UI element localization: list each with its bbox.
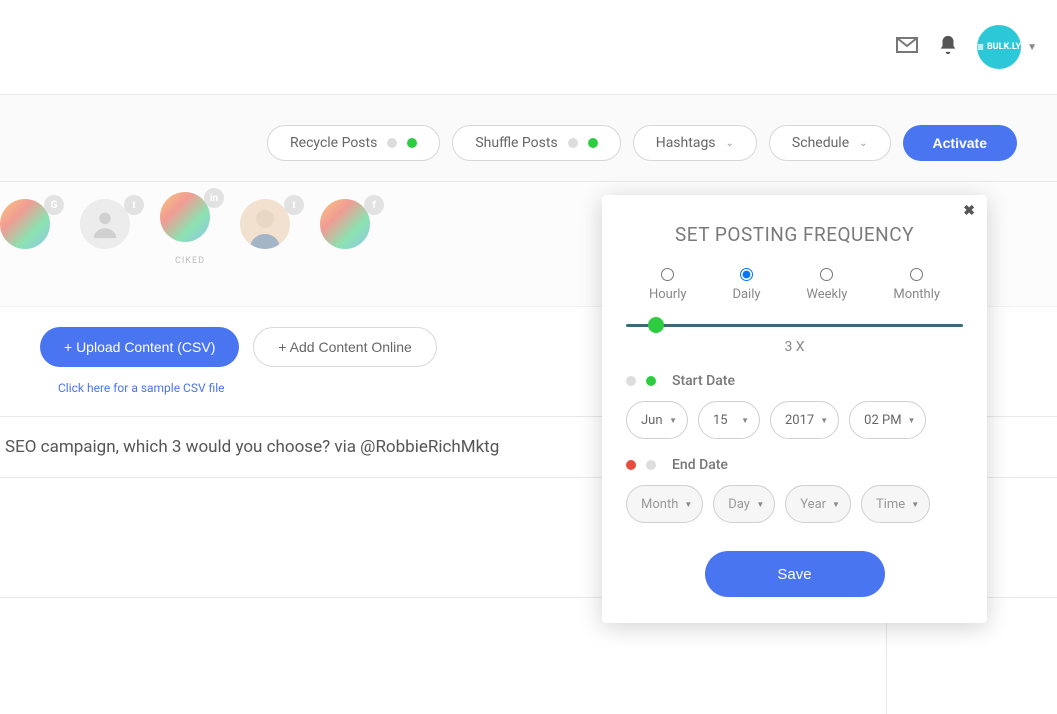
start-date-section: Start Date Jun▼ 15▼ 2017▼ 02 PM▼	[626, 373, 963, 439]
sample-csv-link[interactable]: Click here for a sample CSV file	[58, 381, 225, 395]
freq-daily-label: Daily	[732, 287, 760, 302]
save-button[interactable]: Save	[705, 551, 885, 597]
freq-hourly[interactable]: Hourly	[649, 268, 687, 302]
facebook-icon: f	[364, 195, 384, 215]
twitter-icon: t	[284, 195, 304, 215]
google-icon: G	[44, 195, 64, 215]
bell-icon[interactable]	[937, 34, 959, 60]
account-avatar	[160, 192, 210, 242]
account-avatar	[240, 199, 290, 249]
account-item[interactable]: f	[320, 199, 380, 259]
radio-weekly[interactable]	[820, 268, 833, 281]
close-icon[interactable]: ✖	[963, 203, 975, 219]
recycle-posts-toggle[interactable]: Recycle Posts	[267, 125, 440, 161]
freq-weekly-label: Weekly	[806, 287, 847, 302]
freq-hourly-label: Hourly	[649, 287, 687, 302]
account-item[interactable]: G	[0, 199, 60, 259]
chevron-down-icon: ▼	[1027, 42, 1037, 53]
start-date-label: Start Date	[672, 373, 735, 389]
chevron-down-icon: ▼	[908, 416, 916, 425]
toggle-on-dot	[407, 138, 417, 148]
posting-frequency-popover: ✖ SET POSTING FREQUENCY Hourly Daily Wee…	[602, 195, 987, 623]
toggle-off-dot[interactable]	[646, 460, 656, 470]
slider-thumb[interactable]	[648, 317, 664, 333]
start-year-select[interactable]: 2017▼	[770, 401, 839, 439]
toggle-off-dot	[568, 138, 578, 148]
end-date-label: End Date	[672, 457, 728, 473]
freq-weekly[interactable]: Weekly	[806, 268, 847, 302]
end-year-select[interactable]: Year▼	[785, 485, 851, 523]
topbar: BULK.LY ▼	[0, 0, 1057, 95]
toggle-on-dot[interactable]	[646, 376, 656, 386]
schedule-label: Schedule	[792, 135, 849, 151]
linkedin-icon: in	[204, 188, 224, 208]
popover-title: SET POSTING FREQUENCY	[626, 223, 963, 246]
toggle-off-dot	[387, 138, 397, 148]
chevron-down-icon: ▼	[820, 416, 828, 425]
chevron-down-icon: ▼	[684, 500, 692, 509]
radio-monthly[interactable]	[910, 268, 923, 281]
radio-hourly[interactable]	[661, 268, 674, 281]
account-item[interactable]: t	[240, 199, 300, 259]
freq-monthly[interactable]: Monthly	[893, 268, 940, 302]
frequency-radio-group: Hourly Daily Weekly Monthly	[626, 268, 963, 302]
chevron-down-icon: ▼	[669, 416, 677, 425]
upload-csv-button[interactable]: + Upload Content (CSV)	[40, 327, 239, 367]
brand-menu[interactable]: BULK.LY ▼	[977, 25, 1037, 69]
toggle-on-dot	[588, 138, 598, 148]
chevron-down-icon: ▼	[756, 500, 764, 509]
brand-logo-icon: BULK.LY	[977, 25, 1021, 69]
chevron-down-icon: ▼	[741, 416, 749, 425]
account-avatar	[320, 199, 370, 249]
chevron-down-icon: ▼	[911, 500, 919, 509]
end-date-section: End Date Month▼ Day▼ Year▼ Time▼	[626, 457, 963, 523]
account-avatar	[0, 199, 50, 249]
account-label: CIKED	[175, 256, 205, 266]
end-day-select[interactable]: Day▼	[713, 485, 775, 523]
frequency-slider[interactable]	[626, 324, 963, 327]
slider-value: 3 X	[626, 339, 963, 355]
recycle-label: Recycle Posts	[290, 135, 377, 151]
account-avatar	[80, 199, 130, 249]
mail-icon[interactable]	[895, 33, 919, 61]
chevron-down-icon: ▼	[832, 500, 840, 509]
end-time-select[interactable]: Time▼	[861, 485, 930, 523]
add-content-online-button[interactable]: + Add Content Online	[253, 327, 437, 367]
toggle-off-dot[interactable]	[626, 376, 636, 386]
shuffle-label: Shuffle Posts	[475, 135, 557, 151]
twitter-icon: t	[124, 195, 144, 215]
schedule-dropdown[interactable]: Schedule ⌄	[769, 125, 891, 161]
toggle-on-dot[interactable]	[626, 460, 636, 470]
activate-button[interactable]: Activate	[903, 125, 1017, 161]
account-item[interactable]: in CIKED	[160, 192, 220, 266]
start-day-select[interactable]: 15▼	[698, 401, 760, 439]
hashtags-label: Hashtags	[656, 135, 716, 151]
chevron-down-icon: ⌄	[859, 138, 867, 149]
start-time-select[interactable]: 02 PM▼	[849, 401, 926, 439]
chevron-down-icon: ⌄	[726, 138, 734, 149]
hashtags-dropdown[interactable]: Hashtags ⌄	[633, 125, 757, 161]
start-month-select[interactable]: Jun▼	[626, 401, 688, 439]
shuffle-posts-toggle[interactable]: Shuffle Posts	[452, 125, 620, 161]
account-item[interactable]: t	[80, 199, 140, 259]
freq-monthly-label: Monthly	[893, 287, 940, 302]
freq-daily[interactable]: Daily	[732, 268, 760, 302]
end-month-select[interactable]: Month▼	[626, 485, 703, 523]
toolbar: Recycle Posts Shuffle Posts Hashtags ⌄ S…	[0, 95, 1057, 182]
slider-track	[626, 324, 963, 327]
brand-name: BULK.LY	[987, 42, 1021, 52]
radio-daily[interactable]	[740, 268, 753, 281]
